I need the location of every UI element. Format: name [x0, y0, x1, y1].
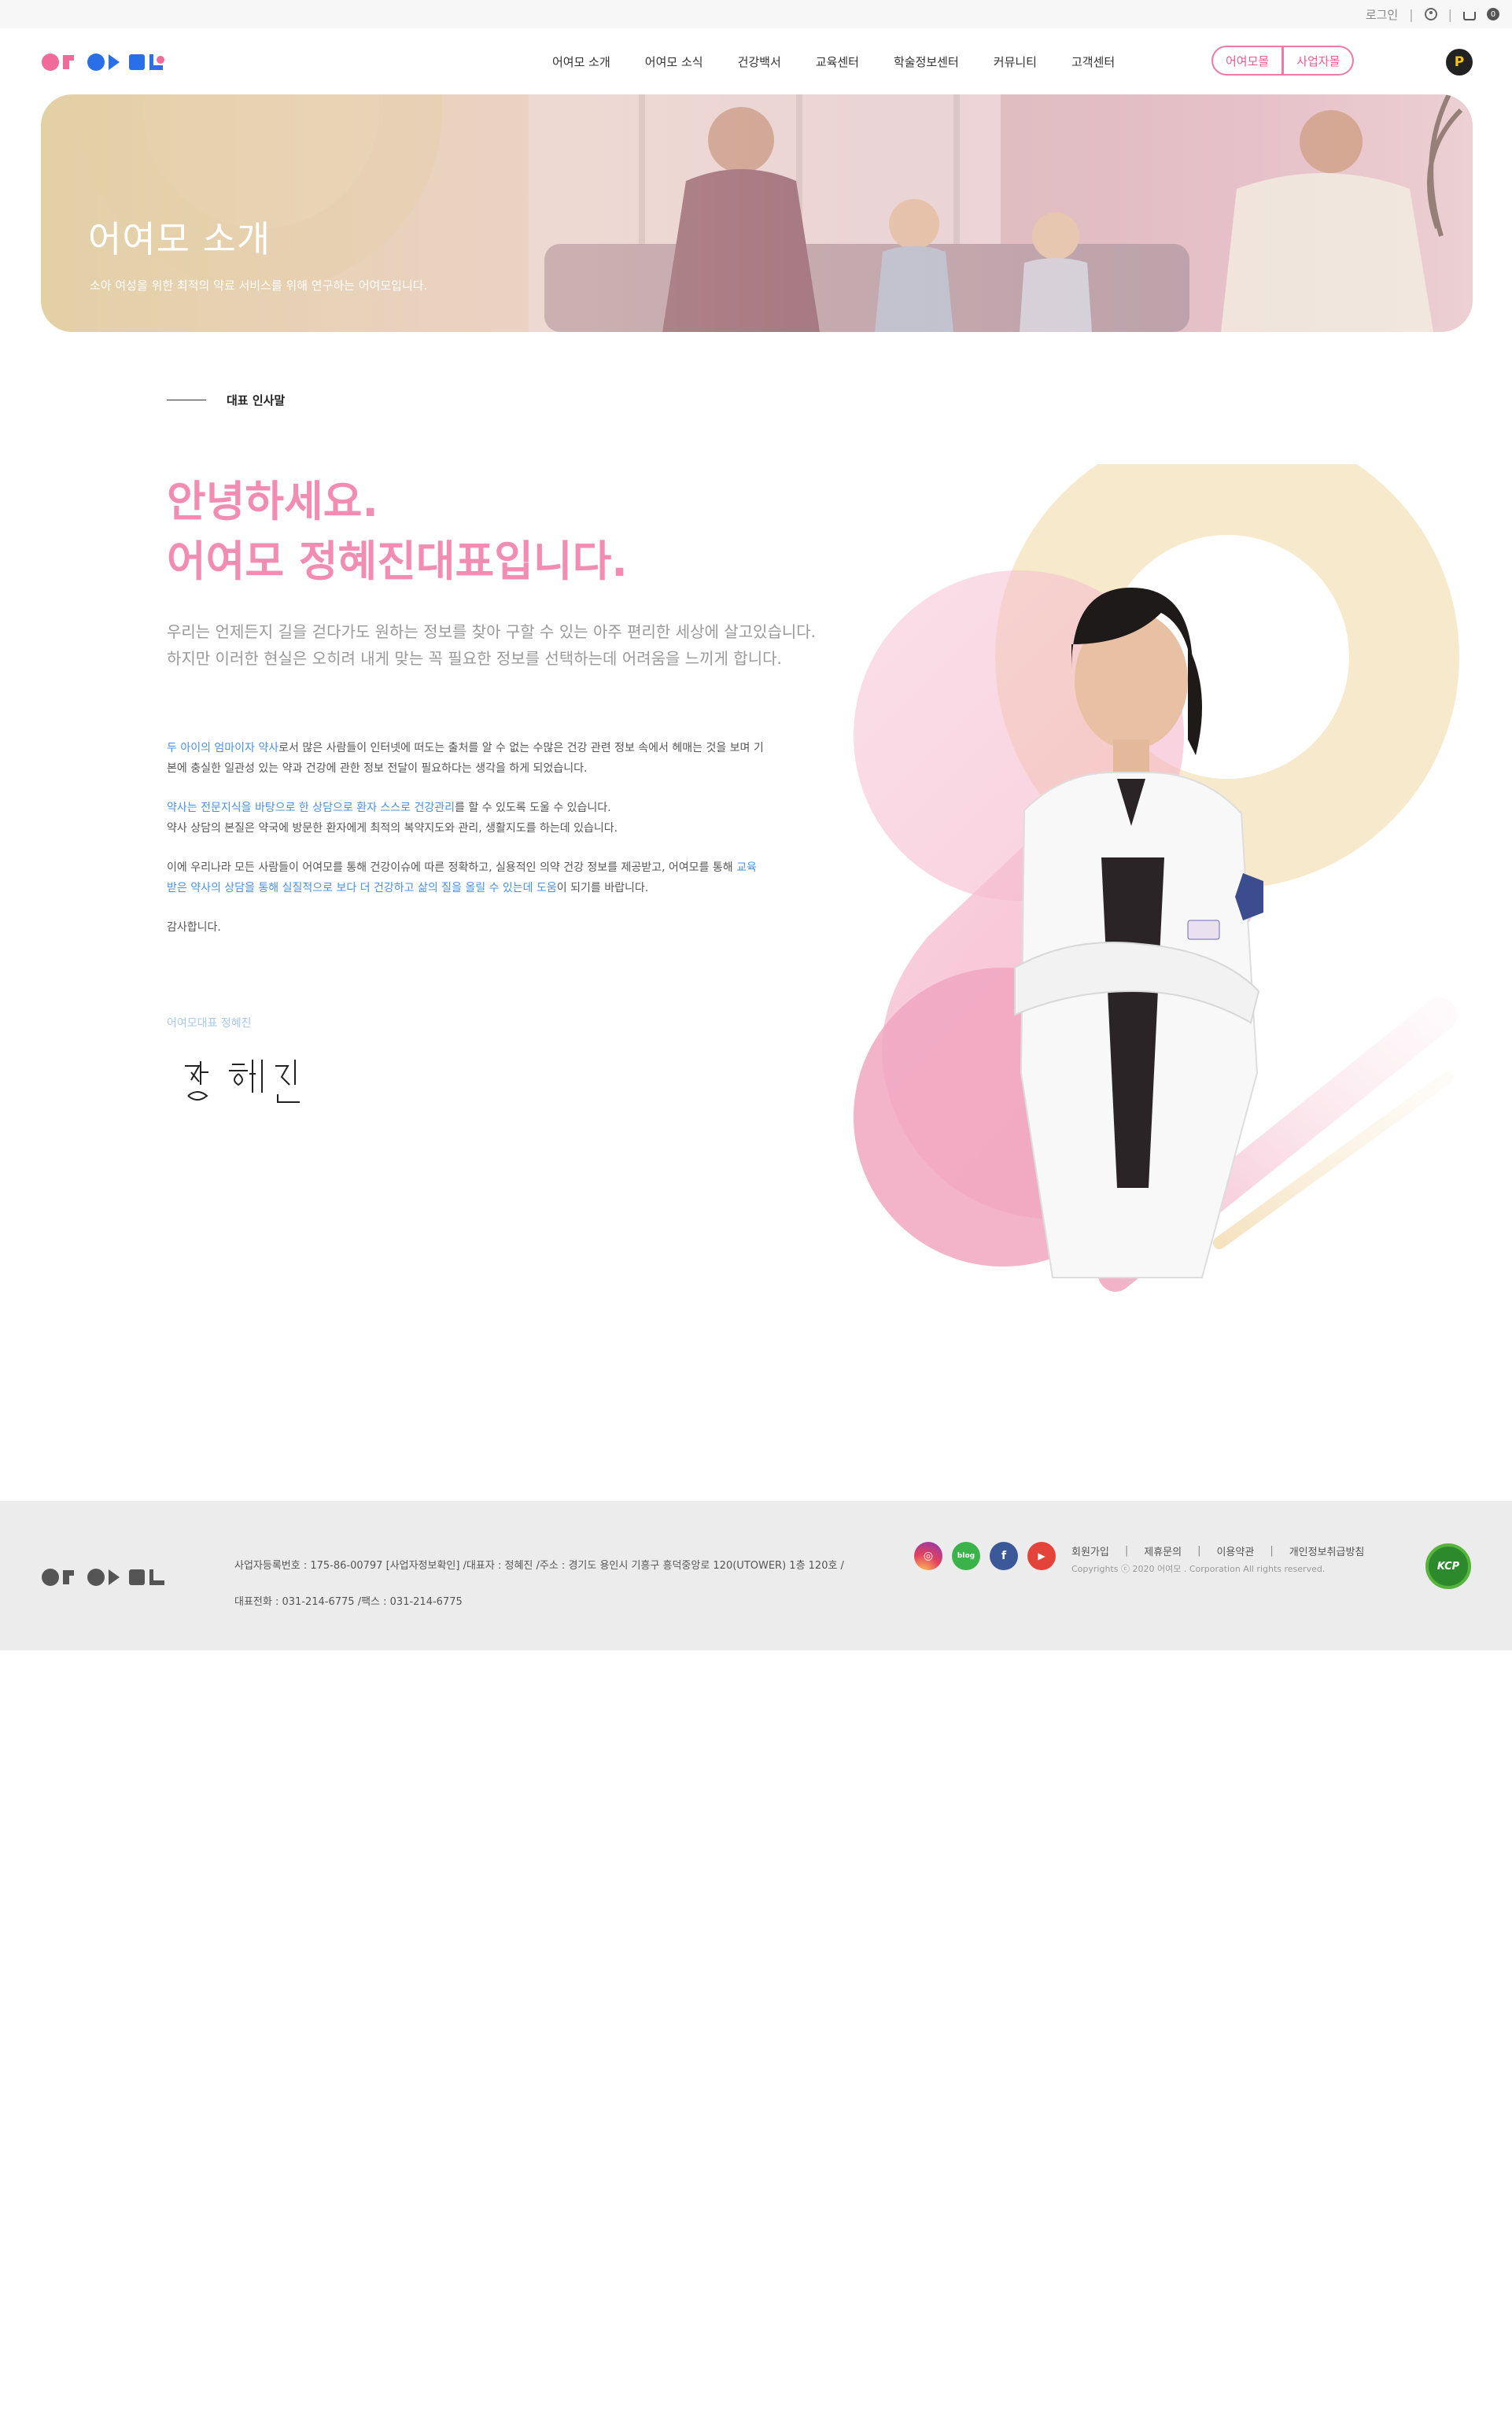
footer-menu: 회원가입 | 제휴문의 | 이용약관 | 개인정보취급방침: [1071, 1543, 1364, 1558]
utility-menu: 로그인 | | 0: [1366, 0, 1499, 28]
divider: |: [1124, 1545, 1129, 1557]
paragraph-text: 약사 상담의 본질은 약국에 방문한 환자에게 최적의 복약지도와 관리, 생활…: [167, 822, 618, 835]
greeting-heading: 안녕하세요. 어여모 정혜진대표입니다.: [167, 472, 628, 592]
intro-line-1: 우리는 언제든지 길을 걷다가도 원하는 정보를 찾아 구할 수 있는 아주 편…: [167, 622, 817, 641]
business-info-line-1: 사업자등록번호 : 175-86-00797 [사업자정보확인] /대표자 : …: [234, 1560, 844, 1572]
facebook-icon[interactable]: f: [990, 1542, 1018, 1570]
privacy-link[interactable]: 개인정보취급방침: [1289, 1543, 1365, 1558]
oyeomo-logo[interactable]: [41, 50, 167, 74]
blog-icon[interactable]: blog: [952, 1542, 980, 1570]
business-info: 사업자등록번호 : 175-86-00797 [사업자정보확인] /대표자 : …: [234, 1548, 844, 1621]
nav-support[interactable]: 고객센터: [1054, 53, 1132, 70]
site-header: 어여모 소개 어여모 소식 건강백서 교육센터 학술정보센터 커뮤니티 고객센터…: [0, 28, 1512, 94]
cart-icon[interactable]: [1463, 11, 1476, 20]
section-label: 대표 인사말: [167, 392, 285, 408]
message-body: 두 아이의 엄마이자 약사로서 많은 사람들이 인터넷에 떠도는 출처를 알 수…: [167, 738, 765, 957]
oyeomo-mall-button[interactable]: 어여모몰: [1211, 46, 1284, 76]
utility-bar: 로그인 | | 0: [0, 0, 1512, 28]
nav-academic[interactable]: 학술정보센터: [876, 53, 976, 70]
user-icon[interactable]: [1424, 8, 1437, 20]
divider: |: [1197, 1545, 1201, 1557]
hero-banner: 어여모 소개 소아 여성을 위한 최적의 약료 서비스를 위해 연구하는 어여모…: [41, 94, 1473, 332]
site-footer: 사업자등록번호 : 175-86-00797 [사업자정보확인] /대표자 : …: [0, 1501, 1512, 1650]
point-label: P: [1454, 54, 1465, 70]
paragraph-1: 두 아이의 엄마이자 약사로서 많은 사람들이 인터넷에 떠도는 출처를 알 수…: [167, 738, 765, 779]
nav-community[interactable]: 커뮤니티: [976, 53, 1054, 70]
divider: |: [1409, 6, 1414, 22]
instagram-icon[interactable]: ◎: [914, 1542, 942, 1570]
main-nav: 어여모 소개 어여모 소식 건강백서 교육센터 학술정보센터 커뮤니티 고객센터: [535, 28, 1132, 94]
cart-count-badge: 0: [1487, 8, 1499, 20]
nav-about[interactable]: 어여모 소개: [535, 53, 628, 70]
point-icon[interactable]: P: [1446, 49, 1473, 76]
hero-title: 어여모 소개: [88, 218, 271, 260]
business-info-line-2: 대표전화 : 031-214-6775 /팩스 : 031-214-6775: [234, 1596, 463, 1608]
copyright: Copyrights ⓒ 2020 어여모 . Corporation All …: [1071, 1564, 1326, 1574]
ceo-portrait: [854, 464, 1459, 1292]
paragraph-text: 이 되기를 바랍니다.: [556, 882, 649, 894]
nav-education[interactable]: 교육센터: [798, 53, 876, 70]
handwritten-signature: [185, 1060, 300, 1103]
paragraph-2: 약사는 전문지식을 바탕으로 한 상담으로 환자 스스로 건강관리를 할 수 있…: [167, 798, 765, 839]
terms-link[interactable]: 이용약관: [1216, 1543, 1254, 1558]
greeting-line-2: 어여모 정혜진대표입니다.: [167, 537, 628, 586]
divider: |: [1447, 6, 1452, 22]
greeting-line-1: 안녕하세요.: [167, 477, 378, 526]
nav-news[interactable]: 어여모 소식: [628, 53, 721, 70]
kcp-badge[interactable]: KCP: [1425, 1543, 1471, 1589]
intro-text: 우리는 언제든지 길을 걷다가도 원하는 정보를 찾아 구할 수 있는 아주 편…: [167, 618, 816, 672]
paragraph-text: 를 할 수 있도록 도울 수 있습니다.: [455, 802, 611, 814]
signature-caption: 어여모대표 정혜진: [167, 1017, 252, 1030]
signup-link[interactable]: 회원가입: [1071, 1543, 1109, 1558]
mall-switch: 어여모몰 사업자몰: [1211, 46, 1355, 76]
highlight-text: 두 아이의 엄마이자 약사: [167, 742, 279, 754]
paragraph-3: 이에 우리나라 모든 사람들이 어여모를 통해 건강이슈에 따른 정확하고, 실…: [167, 857, 765, 898]
paragraph-text: 이에 우리나라 모든 사람들이 어여모를 통해 건강이슈에 따른 정확하고, 실…: [167, 861, 737, 874]
kcp-label: KCP: [1436, 1560, 1460, 1573]
partnership-link[interactable]: 제휴문의: [1144, 1543, 1182, 1558]
hero-subtitle: 소아 여성을 위한 최적의 약료 서비스를 위해 연구하는 어여모입니다.: [90, 278, 428, 293]
section-label-text: 대표 인사말: [227, 393, 286, 407]
sns-links: ◎ blog f ▶: [914, 1542, 1056, 1570]
nav-health[interactable]: 건강백서: [721, 53, 798, 70]
oyeomo-logo[interactable]: [41, 1565, 171, 1589]
login-link[interactable]: 로그인: [1366, 6, 1398, 23]
divider: |: [1270, 1545, 1274, 1557]
paragraph-4: 감사합니다.: [167, 921, 221, 934]
highlight-text: 약사는 전문지식을 바탕으로 한 상담으로 환자 스스로 건강관리: [167, 802, 455, 814]
intro-line-2: 하지만 이러한 현실은 오히려 내게 맞는 꼭 필요한 정보를 선택하는데 어려…: [167, 649, 782, 668]
business-mall-button[interactable]: 사업자몰: [1283, 46, 1355, 76]
youtube-icon[interactable]: ▶: [1027, 1542, 1056, 1570]
